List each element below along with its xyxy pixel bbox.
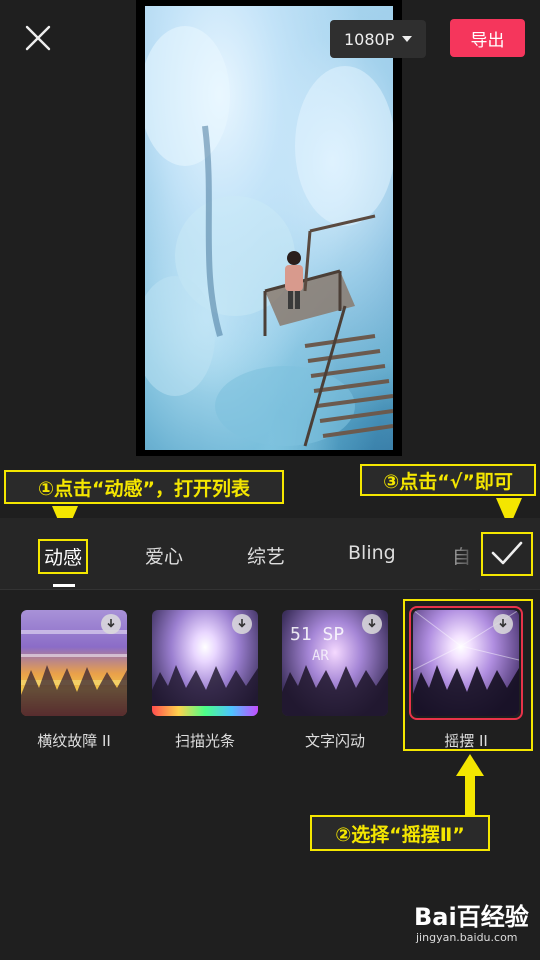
effect-label: 横纹故障 II [37,732,111,750]
annotation-step1: ①点击“动感”，打开列表 [4,470,284,504]
caret-down-icon [402,36,413,42]
close-button[interactable] [24,24,52,52]
preview-area: 1080P 导出 [0,0,540,518]
svg-text:51 SP: 51 SP [290,624,344,645]
tab-love[interactable]: 爱心 [145,542,183,569]
effect-label: 扫描光条 [174,732,235,750]
effect-item[interactable]: 横纹故障 II [21,610,127,751]
download-icon[interactable] [101,614,121,634]
svg-text:AR: AR [312,648,329,664]
effect-thumbnail[interactable] [413,610,519,716]
annotation-bar: ①点击“动感”，打开列表 ③点击“√”即可 [0,456,540,518]
tab-variety[interactable]: 综艺 [247,542,285,569]
resolution-dropdown[interactable]: 1080P [330,20,426,58]
download-icon[interactable] [493,614,513,634]
annotation-step2: ②选择“摇摆Ⅱ” [310,815,490,851]
baidu-jingyan-watermark: Bai百经验 jingyan.baidu.com [414,895,534,950]
effect-label: 摇摆 II [444,732,488,750]
watermark-url: jingyan.baidu.com [416,931,518,944]
confirm-button[interactable] [481,532,533,576]
download-icon[interactable] [232,614,252,634]
tab-bling[interactable]: Bling [348,542,396,564]
arrow-up-icon [456,754,484,822]
active-tab-indicator [53,584,75,587]
resolution-label: 1080P [344,29,395,49]
watermark-brand: Bai百经验 [414,903,529,931]
effect-item[interactable]: 扫描光条 [152,610,258,751]
download-icon[interactable] [362,614,382,634]
tabs-fade [440,518,480,590]
effect-thumbnail[interactable] [21,610,127,716]
effect-thumbnail[interactable] [152,610,258,716]
effect-thumbnail[interactable]: 51 SP AR [282,610,388,716]
frozen-waterfall-image [145,26,393,447]
close-icon [25,25,51,51]
effect-label: 文字闪动 [304,732,365,750]
annotation-step3: ③点击“√”即可 [360,464,536,496]
video-preview-frame [136,0,402,456]
effect-item-selected[interactable]: 摇摆 II [409,606,523,751]
export-button[interactable]: 导出 [450,19,525,57]
tab-dynamic[interactable]: 动感 [38,539,89,574]
effect-item[interactable]: 51 SP AR 文字闪动 [282,610,388,751]
video-preview[interactable] [145,6,393,450]
effect-category-tabs: 动感 爱心 综艺 Bling 自 [0,518,540,590]
checkmark-icon [491,541,523,565]
